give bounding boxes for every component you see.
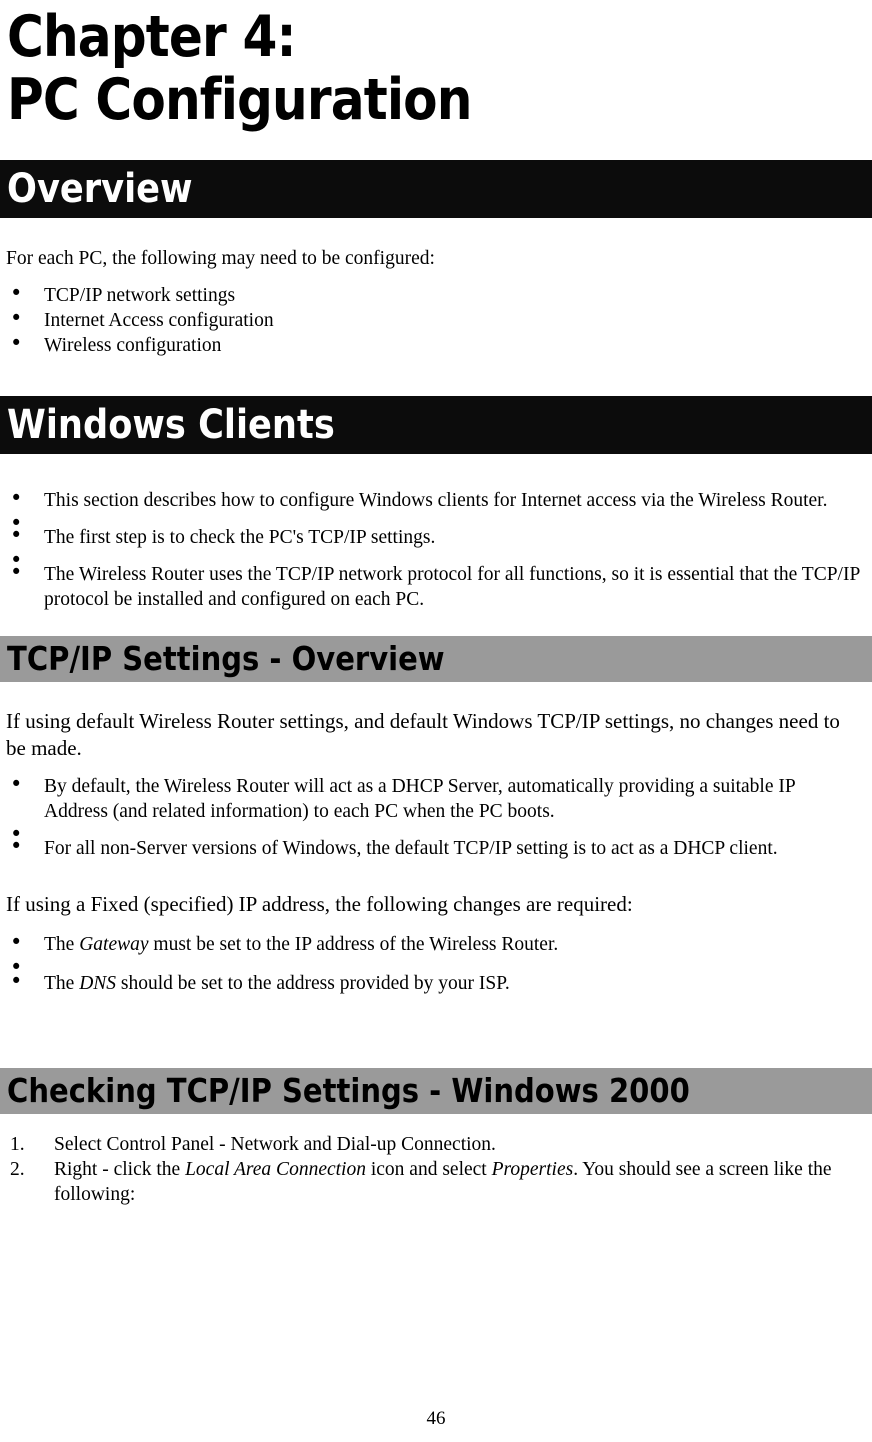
list-item: Internet Access configuration <box>0 306 872 333</box>
page-number: 46 <box>426 1408 446 1429</box>
list-item: The Wireless Router uses the TCP/IP netw… <box>0 560 872 612</box>
section-heading-checking-windows-2000: Checking TCP/IP Settings - Windows 2000 <box>0 1068 872 1114</box>
list-item-emphasis-two: Properties <box>491 1159 574 1180</box>
list-item-emphasis: DNS <box>79 973 117 994</box>
windows-clients-bullet-list: This section describes how to configure … <box>0 486 872 612</box>
list-item-text-seg2: icon and select <box>365 1159 492 1180</box>
section-heading-tcpip-settings-overview: TCP/IP Settings - Overview <box>0 636 872 682</box>
list-item-emphasis: Gateway <box>79 934 149 955</box>
list-item: Wireless configuration <box>0 331 872 358</box>
list-item: This section describes how to configure … <box>0 486 872 513</box>
list-item-text-suffix: should be set to the address provided by… <box>116 973 510 994</box>
section-heading-tcpip-settings-overview-label: TCP/IP Settings - Overview <box>7 639 445 678</box>
list-item: Right - click the Local Area Connection … <box>0 1157 872 1207</box>
list-item: The first step is to check the PC's TCP/… <box>0 523 872 550</box>
section-heading-checking-windows-2000-label: Checking TCP/IP Settings - Windows 2000 <box>7 1071 690 1110</box>
tcpip-fixed-lead-paragraph: If using a Fixed (specified) IP address,… <box>6 892 633 916</box>
list-item: For all non-Server versions of Windows, … <box>0 834 872 861</box>
chapter-title-line1: Chapter 4: <box>7 4 297 70</box>
list-item-emphasis-one: Local Area Connection <box>185 1159 366 1180</box>
chapter-title-line2: PC Configuration <box>7 67 472 133</box>
overview-intro-paragraph: For each PC, the following may need to b… <box>6 248 435 269</box>
list-item: The DNS should be set to the address pro… <box>0 969 872 996</box>
tcpip-fixed-bullet-list: The Gateway must be set to the IP addres… <box>0 930 872 996</box>
section-heading-windows-clients-label: Windows Clients <box>7 402 335 448</box>
list-item-text-prefix: The <box>44 934 80 955</box>
list-item-text-suffix: must be set to the IP address of the Wir… <box>148 934 559 955</box>
list-item: Select Control Panel - Network and Dial-… <box>10 1132 496 1157</box>
list-item: The Gateway must be set to the IP addres… <box>0 930 872 957</box>
tcpip-default-lead-paragraph: If using default Wireless Router setting… <box>6 709 840 760</box>
checking-windows-2000-step-list: Select Control Panel - Network and Dial-… <box>0 1132 872 1207</box>
chapter-title: Chapter 4: PC Configuration <box>0 0 767 132</box>
list-item-text-seg1: Right - click the <box>54 1159 186 1180</box>
list-item-text-prefix: The <box>44 973 80 994</box>
section-heading-overview: Overview <box>0 160 872 218</box>
overview-bullet-list: TCP/IP network settings Internet Access … <box>0 281 872 358</box>
section-heading-windows-clients: Windows Clients <box>0 396 872 454</box>
list-item: TCP/IP network settings <box>0 281 872 308</box>
section-heading-overview-label: Overview <box>7 166 193 212</box>
tcpip-default-bullet-list: By default, the Wireless Router will act… <box>0 772 872 861</box>
list-item: By default, the Wireless Router will act… <box>0 772 872 824</box>
page-number-footer: 46 <box>0 1408 872 1430</box>
document-page: Chapter 4: PC Configuration Overview For… <box>0 0 872 1442</box>
